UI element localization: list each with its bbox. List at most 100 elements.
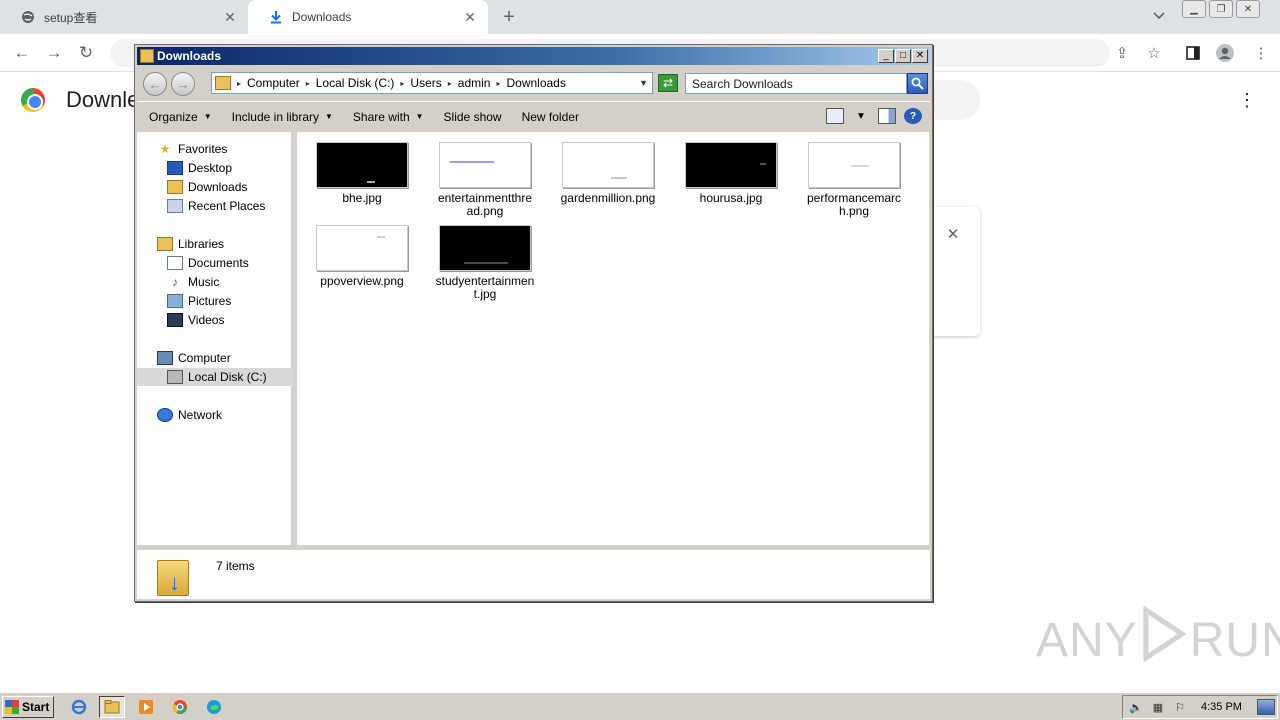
chevron-down-icon: ▼ xyxy=(325,112,333,121)
internet-explorer-icon[interactable] xyxy=(66,696,92,718)
close-icon[interactable]: ✕ xyxy=(945,226,961,243)
search-input[interactable]: Search Downloads xyxy=(685,73,907,94)
star-icon[interactable]: ☆ xyxy=(1144,43,1164,63)
restore-button[interactable]: ❐ xyxy=(1209,0,1233,18)
include-in-library-button[interactable]: Include in library ▼ xyxy=(232,110,333,124)
chevron-down-icon[interactable]: ▼ xyxy=(639,78,648,88)
profile-avatar-icon[interactable] xyxy=(1215,43,1235,63)
chrome-icon[interactable] xyxy=(167,696,193,718)
close-icon[interactable]: ✕ xyxy=(222,9,238,25)
close-button[interactable]: ✕ xyxy=(912,49,928,63)
watermark-left: ANY xyxy=(1036,613,1138,667)
nav-documents[interactable]: Documents xyxy=(167,254,249,272)
tab-downloads[interactable]: Downloads ✕ xyxy=(248,0,488,34)
nav-libraries[interactable]: Libraries xyxy=(157,235,224,253)
file-item[interactable]: ppoverview.png xyxy=(312,225,412,288)
views-icon[interactable] xyxy=(826,108,844,124)
chevron-right-icon[interactable]: ▸ xyxy=(496,79,500,88)
edge-icon[interactable] xyxy=(201,696,227,718)
file-item[interactable]: gardenmillion.png xyxy=(558,142,658,205)
refresh-button[interactable]: ⇄ xyxy=(658,74,678,92)
breadcrumb-local-disk[interactable]: Local Disk (C:) xyxy=(316,76,395,90)
file-item[interactable]: performancemarch.png xyxy=(804,142,904,218)
kebab-menu-icon[interactable]: ⋮ xyxy=(1251,43,1271,63)
forward-arrow-icon[interactable]: → xyxy=(43,42,65,64)
window-titlebar[interactable]: Downloads _ □ ✕ xyxy=(137,47,930,65)
volume-icon[interactable]: 🔈 xyxy=(1127,699,1145,715)
details-pane: ↓ 7 items xyxy=(137,547,930,599)
downloads-folder-icon: ↓ xyxy=(157,556,189,596)
share-with-button[interactable]: Share with ▼ xyxy=(353,110,424,124)
tab-setup[interactable]: setup查看 ✕ xyxy=(0,0,248,34)
image-thumbnail xyxy=(316,225,408,271)
nav-desktop[interactable]: Desktop xyxy=(167,159,232,177)
reload-icon[interactable]: ↻ xyxy=(75,42,97,64)
page-title: Downle xyxy=(66,87,140,112)
back-button[interactable]: ← xyxy=(143,72,167,96)
image-thumbnail xyxy=(685,142,777,188)
chevron-right-icon[interactable]: ▸ xyxy=(400,79,404,88)
item-count: 7 items xyxy=(216,559,255,573)
show-desktop-icon[interactable] xyxy=(1257,699,1275,715)
taskbar: Start 🔈 ▦ ⚐ 4:35 PM xyxy=(0,692,1280,720)
kebab-menu-icon[interactable]: ⋮ xyxy=(1238,90,1256,110)
action-center-flag-icon[interactable]: ⚐ xyxy=(1171,699,1189,715)
nav-recent-places[interactable]: Recent Places xyxy=(167,197,265,215)
maximize-button[interactable]: □ xyxy=(895,49,911,63)
nav-computer[interactable]: Computer xyxy=(157,349,231,367)
close-button[interactable]: ✕ xyxy=(1236,0,1260,18)
address-bar[interactable]: ▸ Computer ▸ Local Disk (C:) ▸ Users ▸ a… xyxy=(211,72,653,94)
file-item[interactable]: bhe.jpg xyxy=(312,142,412,205)
help-icon[interactable]: ? xyxy=(904,108,922,124)
media-player-icon[interactable] xyxy=(133,696,159,718)
window-buttons: _ □ ✕ xyxy=(877,49,928,63)
new-tab-button[interactable]: + xyxy=(498,6,520,28)
libraries-icon xyxy=(157,237,173,251)
side-panel-icon[interactable] xyxy=(1183,43,1203,63)
file-item[interactable]: hourusa.jpg xyxy=(681,142,781,205)
navigation-pane: ★ Favorites Desktop Downloads Recent Pla… xyxy=(137,132,294,545)
chevron-right-icon[interactable]: ▸ xyxy=(237,79,241,88)
breadcrumb-computer[interactable]: Computer xyxy=(247,76,300,90)
play-icon xyxy=(1142,605,1187,674)
chevron-down-icon[interactable]: ▼ xyxy=(852,108,870,124)
nav-music[interactable]: ♪ Music xyxy=(167,273,219,291)
organize-button[interactable]: Organize ▼ xyxy=(149,110,212,124)
breadcrumb-downloads[interactable]: Downloads xyxy=(506,76,565,90)
file-item[interactable]: studyentertainment.jpg xyxy=(435,225,535,301)
breadcrumb-admin[interactable]: admin xyxy=(458,76,491,90)
preview-pane-icon[interactable] xyxy=(878,108,896,124)
nav-network[interactable]: Network xyxy=(157,406,222,424)
nav-videos[interactable]: Videos xyxy=(167,311,224,329)
videos-icon xyxy=(167,313,183,327)
network-status-icon[interactable]: ▦ xyxy=(1149,699,1167,715)
share-icon[interactable]: ⇪ xyxy=(1112,43,1132,63)
chevron-down-icon[interactable] xyxy=(1152,8,1170,26)
minimize-button[interactable]: _ xyxy=(878,49,894,63)
anyrun-watermark: ANY RUN xyxy=(1036,605,1280,674)
start-button[interactable]: Start xyxy=(2,696,54,718)
minimize-button[interactable]: ▁ xyxy=(1182,0,1206,18)
chevron-right-icon[interactable]: ▸ xyxy=(448,79,452,88)
clock[interactable]: 4:35 PM xyxy=(1201,701,1242,713)
explorer-folder-icon[interactable] xyxy=(99,696,125,718)
explorer-window: Downloads _ □ ✕ ← → ▸ Computer ▸ Local D… xyxy=(134,44,933,602)
forward-button[interactable]: → xyxy=(171,72,195,96)
nav-pictures[interactable]: Pictures xyxy=(167,292,231,310)
back-arrow-icon[interactable]: ← xyxy=(11,42,33,64)
image-thumbnail xyxy=(562,142,654,188)
close-icon[interactable]: ✕ xyxy=(462,9,478,25)
nav-local-disk[interactable]: Local Disk (C:) xyxy=(137,368,294,386)
star-icon: ★ xyxy=(159,142,171,156)
nav-downloads[interactable]: Downloads xyxy=(167,178,247,196)
music-icon: ♪ xyxy=(172,275,178,289)
downloads-folder-icon xyxy=(167,180,183,194)
new-folder-button[interactable]: New folder xyxy=(522,110,579,124)
breadcrumb-users[interactable]: Users xyxy=(410,76,441,90)
chevron-right-icon[interactable]: ▸ xyxy=(306,79,310,88)
browser-tabstrip: setup查看 ✕ Downloads ✕ + ▁ ❐ ✕ xyxy=(0,0,1280,34)
search-icon[interactable] xyxy=(907,73,928,94)
file-item[interactable]: entertainmentthread.png xyxy=(435,142,535,218)
nav-favorites[interactable]: ★ Favorites xyxy=(157,140,228,158)
slide-show-button[interactable]: Slide show xyxy=(444,110,502,124)
